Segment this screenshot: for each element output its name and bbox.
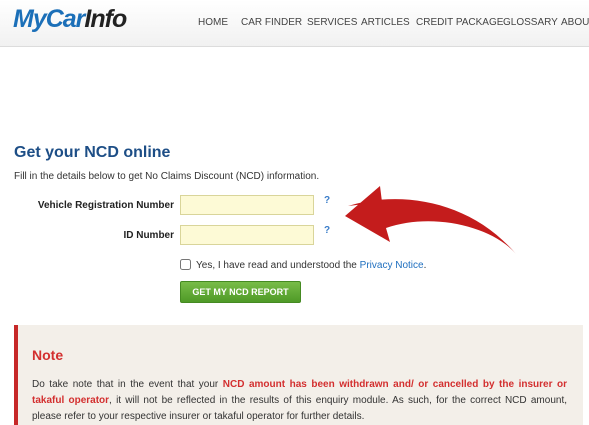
note-box: Note Do take note that in the event that… xyxy=(14,325,583,425)
get-ncd-report-button[interactable]: GET MY NCD REPORT xyxy=(180,281,301,303)
vehicle-registration-label: Vehicle Registration Number xyxy=(37,200,174,211)
vehicle-registration-input[interactable] xyxy=(180,195,314,215)
site-header: MyCarInfo HOME CAR FINDER SERVICES ARTIC… xyxy=(0,0,589,47)
nav-home[interactable]: HOME xyxy=(198,17,228,28)
agree-prefix: Yes, I have read and understood the xyxy=(196,260,360,271)
nav-services[interactable]: SERVICES xyxy=(307,17,357,28)
id-number-input[interactable] xyxy=(180,225,314,245)
nav-car-finder[interactable]: CAR FINDER xyxy=(241,17,302,28)
site-logo[interactable]: MyCarInfo xyxy=(13,5,127,34)
nav-about[interactable]: ABOUT xyxy=(561,17,589,28)
privacy-notice-link[interactable]: Privacy Notice xyxy=(360,260,424,271)
form-intro: Fill in the details below to get No Clai… xyxy=(14,171,320,182)
logo-part-1: MyCar xyxy=(13,5,85,33)
nav-credit-package[interactable]: CREDIT PACKAGE xyxy=(416,17,503,28)
agree-suffix: . xyxy=(423,260,427,271)
id-number-label: ID Number xyxy=(123,230,174,241)
privacy-agree-checkbox[interactable] xyxy=(180,259,191,270)
privacy-agree-text: Yes, I have read and understood the Priv… xyxy=(196,260,426,271)
note-title: Note xyxy=(32,347,64,363)
red-curved-arrow-icon xyxy=(345,186,516,254)
note-text-part1: Do take note that in the event that your xyxy=(32,379,223,390)
page-title: Get your NCD online xyxy=(14,144,171,161)
nav-articles[interactable]: ARTICLES xyxy=(361,17,410,28)
logo-part-2: Info xyxy=(84,5,127,33)
nav-glossary[interactable]: GLOSSARY xyxy=(503,17,558,28)
